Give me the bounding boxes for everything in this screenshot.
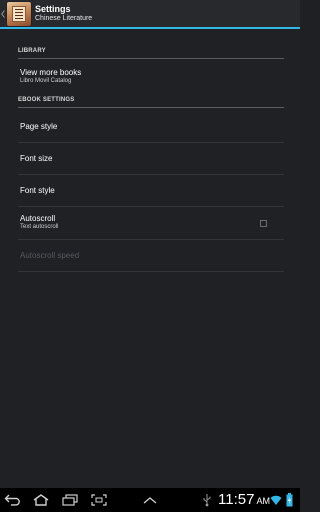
pref-font-size[interactable]: Font size <box>18 154 284 163</box>
pref-view-more-books[interactable]: View more books Libro Movil Catalog <box>18 68 284 84</box>
list-divider <box>18 174 284 175</box>
list-divider <box>18 206 284 207</box>
pref-font-size-title: Font size <box>20 154 53 163</box>
pref-autoscroll-title: Autoscroll <box>20 214 56 223</box>
app-icon[interactable] <box>7 1 31 26</box>
pref-font-style[interactable]: Font style <box>18 186 284 195</box>
pref-autoscroll-speed-title: Autoscroll speed <box>20 251 80 260</box>
action-bar-titles: Settings Chinese Literature <box>35 3 93 23</box>
pref-page-style-title: Page style <box>20 122 58 131</box>
list-divider <box>18 142 284 143</box>
autoscroll-checkbox[interactable] <box>260 220 267 227</box>
action-bar-subtitle: Chinese Literature <box>35 14 93 22</box>
action-bar: Settings Chinese Literature <box>0 0 300 29</box>
system-navigation-bar: 11:57 AM <box>0 488 300 512</box>
pref-autoscroll-speed: Autoscroll speed <box>18 251 284 260</box>
category-library-divider <box>18 58 284 59</box>
list-divider <box>18 239 284 240</box>
chevron-up-icon[interactable] <box>141 492 159 508</box>
category-ebook-settings: EBOOK SETTINGS <box>18 97 75 103</box>
usb-icon <box>201 492 213 508</box>
pref-view-more-books-title: View more books <box>20 68 82 77</box>
clock-ampm: AM <box>256 496 270 506</box>
pref-view-more-books-summary: Libro Movil Catalog <box>20 78 72 84</box>
settings-screen: Settings Chinese Literature LIBRARY View… <box>0 0 300 512</box>
calligraphy-graphic <box>15 8 23 19</box>
action-bar-title: Settings <box>35 3 71 14</box>
pref-autoscroll-summary: Text autoscroll <box>20 224 59 230</box>
pref-font-style-title: Font style <box>20 186 55 195</box>
category-library: LIBRARY <box>18 48 46 54</box>
battery-icon <box>284 492 294 508</box>
home-icon[interactable] <box>32 492 50 508</box>
pref-autoscroll[interactable]: Autoscroll Text autoscroll <box>18 214 284 230</box>
pref-page-style[interactable]: Page style <box>18 122 284 131</box>
up-caret-icon[interactable] <box>1 8 5 20</box>
wifi-icon <box>270 492 282 508</box>
list-divider <box>18 271 284 272</box>
category-ebook-divider <box>18 107 284 108</box>
back-icon[interactable] <box>4 492 22 508</box>
recents-icon[interactable] <box>61 492 79 508</box>
screenshot-icon[interactable] <box>90 492 108 508</box>
clock-time: 11:57 <box>218 491 255 508</box>
status-clock[interactable]: 11:57 AM <box>218 491 270 508</box>
